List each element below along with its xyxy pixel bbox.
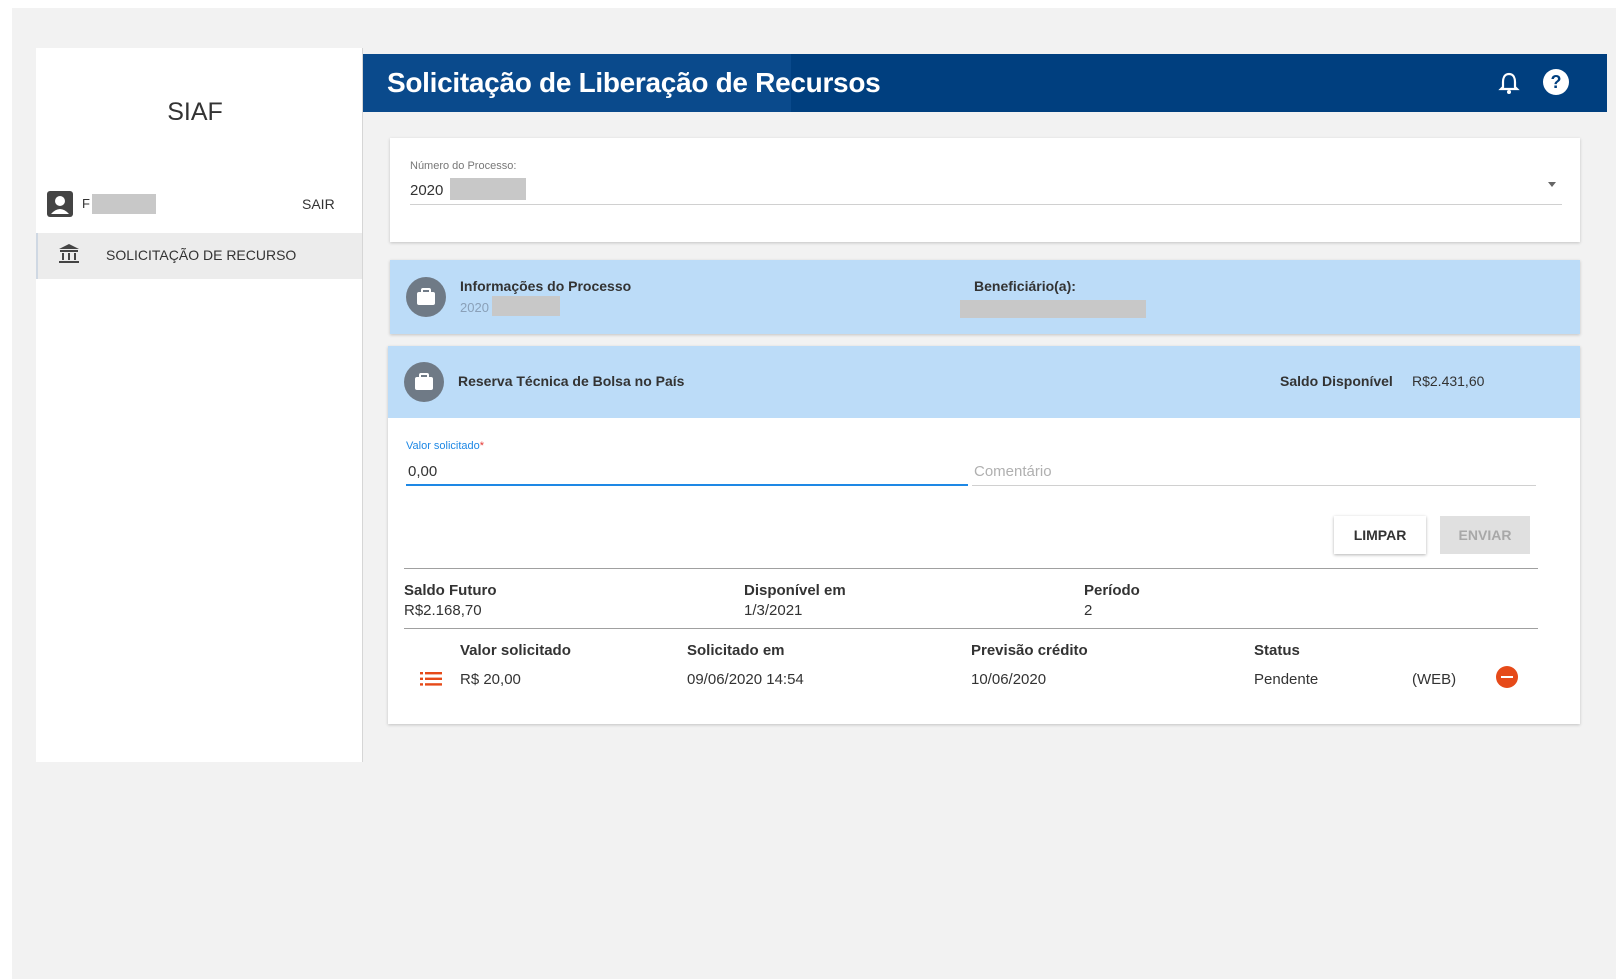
divider	[404, 568, 1538, 569]
disponivel-em-value: 1/3/2021	[744, 602, 803, 619]
column-header-solicitado-em: Solicitado em	[687, 642, 785, 659]
redacted-process-number	[450, 178, 526, 200]
account-icon	[47, 191, 73, 217]
required-mark: *	[479, 440, 485, 452]
list-icon[interactable]	[420, 672, 442, 686]
page-title: Solicitação de Liberação de Recursos	[387, 67, 881, 98]
main-content: Solicitação de Liberação de Recursos ? N…	[362, 48, 1607, 762]
sidebar-item-solicitacao-de-recurso[interactable]: SOLICITAÇÃO DE RECURSO	[36, 233, 362, 279]
process-field-underline	[410, 204, 1562, 205]
bank-icon	[59, 244, 79, 263]
row-origem: (WEB)	[1412, 671, 1457, 688]
logout-button[interactable]: SAIR	[302, 196, 335, 212]
process-info-number: 2020	[460, 300, 489, 315]
help-icon[interactable]: ?	[1543, 69, 1569, 95]
redacted-beneficiary-name	[960, 300, 1146, 318]
row-previsao: 10/06/2020	[971, 671, 1047, 688]
remove-icon[interactable]	[1496, 666, 1518, 688]
row-valor: R$ 20,00	[460, 671, 521, 688]
briefcase-icon	[406, 277, 446, 317]
user-row: F SAIR	[46, 188, 362, 220]
top-bar: Solicitação de Liberação de Recursos ?	[363, 54, 1607, 112]
beneficiary-label: Beneficiário(a):	[974, 278, 1076, 294]
process-select[interactable]: 2020	[410, 182, 443, 199]
valor-solicitado-label: Valor solicitado*	[406, 440, 484, 452]
row-status: Pendente	[1254, 671, 1319, 688]
saldo-disponivel-label: Saldo Disponível	[1280, 373, 1393, 389]
comment-input[interactable]	[972, 458, 1536, 486]
periodo-label: Período	[1084, 582, 1140, 599]
send-button[interactable]: ENVIAR	[1440, 516, 1530, 554]
sidebar: SIAF F SAIR SOLICITAÇÃO DE RECURSO	[36, 48, 362, 762]
user-name: F	[82, 196, 90, 211]
process-field-label: Número do Processo:	[410, 160, 517, 172]
chevron-down-icon[interactable]	[1548, 182, 1556, 187]
column-header-previsao: Previsão crédito	[971, 642, 1088, 659]
valor-label-text: Valor solicitado	[406, 440, 480, 452]
reserve-header: Reserva Técnica de Bolsa no País Saldo D…	[388, 346, 1580, 418]
column-header-valor: Valor solicitado	[460, 642, 571, 659]
saldo-futuro-label: Saldo Futuro	[404, 582, 497, 599]
app-window: SIAF F SAIR SOLICITAÇÃO DE RECURSO Solic…	[36, 48, 1607, 762]
redacted-user-name	[92, 194, 156, 214]
clear-button[interactable]: LIMPAR	[1334, 516, 1426, 554]
app-title: SIAF	[167, 98, 223, 126]
divider	[404, 628, 1538, 629]
row-solicitado-em: 09/06/2020 14:54	[687, 671, 804, 688]
saldo-disponivel-value: R$2.431,60	[1412, 373, 1485, 389]
reserve-card: Reserva Técnica de Bolsa no País Saldo D…	[388, 346, 1580, 724]
process-info-panel: Informações do Processo 2020 Beneficiári…	[390, 260, 1580, 334]
saldo-futuro-value: R$2.168,70	[404, 602, 482, 619]
briefcase-icon	[404, 362, 444, 402]
bell-icon[interactable]	[1498, 71, 1520, 95]
periodo-value: 2	[1084, 602, 1093, 619]
valor-solicitado-input[interactable]	[406, 458, 968, 486]
sidebar-item-label: SOLICITAÇÃO DE RECURSO	[106, 247, 297, 263]
process-selector-card: Número do Processo: 2020	[390, 138, 1580, 242]
redacted-process-info	[492, 296, 560, 316]
disponivel-em-label: Disponível em	[744, 582, 846, 599]
reserve-title: Reserva Técnica de Bolsa no País	[458, 373, 685, 389]
process-info-heading: Informações do Processo	[460, 278, 632, 294]
column-header-status: Status	[1254, 642, 1300, 659]
